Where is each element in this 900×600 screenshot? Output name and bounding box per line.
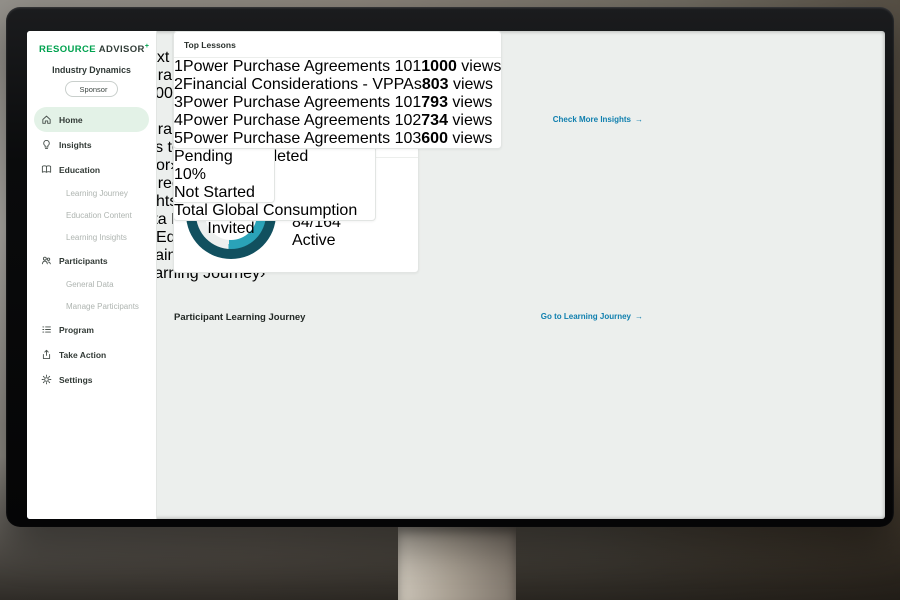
program-icon bbox=[41, 324, 52, 335]
sidebar-item-label: Take Action bbox=[59, 350, 106, 360]
sponsor-label: Sponsor bbox=[80, 85, 108, 94]
app-logo: RESOURCE ADVISOR+ bbox=[27, 31, 156, 57]
sidebar-subitem-learning-insights[interactable]: Learning Insights bbox=[27, 226, 156, 248]
education-icon bbox=[41, 164, 52, 175]
sidebar-item-program[interactable]: Program bbox=[34, 317, 149, 342]
lesson-rank: 5 bbox=[174, 130, 183, 147]
legend-value: 10% bbox=[174, 166, 206, 183]
sidebar-item-label: Participants bbox=[59, 256, 108, 266]
sidebar-item-label: Settings bbox=[59, 375, 93, 385]
lesson-rank: 1 bbox=[174, 58, 183, 75]
stat-label: Total Global Consumption bbox=[174, 202, 375, 220]
sidebar-subitem-education-content[interactable]: Education Content bbox=[27, 204, 156, 226]
lesson-row: 5Power Purchase Agreements 103600 views bbox=[174, 130, 501, 148]
arrow-right-icon: → bbox=[635, 312, 643, 321]
check-more-insights-label: Check More Insights bbox=[553, 115, 631, 124]
check-more-insights-link[interactable]: Check More Insights → bbox=[553, 115, 643, 124]
monitor-stand bbox=[398, 524, 516, 600]
lesson-title-link[interactable]: Financial Considerations - VPPAs bbox=[183, 76, 422, 93]
logo-advisor: ADVISOR bbox=[99, 44, 145, 55]
legend-label: Active bbox=[292, 232, 369, 250]
arrow-right-icon: → bbox=[635, 115, 643, 124]
lesson-title-link[interactable]: Power Purchase Agreements 101 bbox=[183, 58, 421, 75]
sidebar-item-participants[interactable]: Participants bbox=[34, 248, 149, 273]
lesson-title-link[interactable]: Power Purchase Agreements 102 bbox=[183, 112, 421, 129]
sidebar-item-home[interactable]: Home bbox=[34, 107, 149, 132]
sidebar-item-label: Education bbox=[59, 165, 100, 175]
participants-icon bbox=[41, 255, 52, 266]
logo-resource: RESOURCE bbox=[39, 44, 96, 55]
legend-label: Not Started bbox=[174, 184, 274, 202]
sidebar: RESOURCE ADVISOR+ Industry Dynamics Spon… bbox=[27, 31, 157, 519]
top-lessons-list: 1Power Purchase Agreements 1011000 views… bbox=[174, 58, 501, 148]
monitor-bezel: RESOURCE ADVISOR+ Industry Dynamics Spon… bbox=[6, 7, 894, 527]
settings-icon bbox=[41, 374, 52, 385]
lesson-row: 1Power Purchase Agreements 1011000 views bbox=[174, 58, 501, 76]
logo-plus: + bbox=[145, 43, 150, 50]
sidebar-item-insights[interactable]: Insights bbox=[34, 132, 149, 157]
sidebar-item-label: Program bbox=[59, 325, 94, 335]
insights-icon bbox=[41, 139, 52, 150]
lesson-rank: 2 bbox=[174, 76, 183, 93]
legend-label: Pending bbox=[174, 148, 274, 166]
lesson-views: 803 views bbox=[422, 76, 493, 93]
main-content: Welcome, Industry Dynamics Program: Indu… bbox=[173, 31, 645, 519]
sidebar-subitem-manage-participants[interactable]: Manage Participants bbox=[27, 295, 156, 317]
lesson-rank: 4 bbox=[174, 112, 183, 129]
home-icon bbox=[41, 114, 52, 125]
sidebar-item-take-action[interactable]: Take Action bbox=[34, 342, 149, 367]
dashboard-screen: RESOURCE ADVISOR+ Industry Dynamics Spon… bbox=[27, 31, 885, 519]
lesson-views: 600 views bbox=[421, 130, 492, 147]
lesson-views: 793 views bbox=[421, 94, 492, 111]
lesson-rank: 3 bbox=[174, 94, 183, 111]
lesson-row: 2Financial Considerations - VPPAs803 vie… bbox=[174, 76, 501, 94]
top-lessons-title: Top Lessons bbox=[174, 32, 501, 58]
go-to-learning-journey-link[interactable]: Go to Learning Journey → bbox=[541, 312, 643, 321]
sidebar-item-label: Home bbox=[59, 115, 83, 125]
sidebar-nav: Home Insights Education Learning JourneyEdu… bbox=[27, 107, 156, 392]
sidebar-item-education[interactable]: Education bbox=[34, 157, 149, 182]
lesson-row: 3Power Purchase Agreements 101793 views bbox=[174, 94, 501, 112]
sidebar-subitem-learning-journey[interactable]: Learning Journey bbox=[27, 182, 156, 204]
go-to-learning-journey-label: Go to Learning Journey bbox=[541, 312, 631, 321]
sidebar-subitem-general-data[interactable]: General Data bbox=[27, 273, 156, 295]
top-lessons-card: Top Lessons 1Power Purchase Agreements 1… bbox=[173, 31, 502, 149]
sidebar-item-label: Insights bbox=[59, 140, 92, 150]
lesson-title-link[interactable]: Power Purchase Agreements 103 bbox=[183, 130, 421, 147]
organization-name: Industry Dynamics bbox=[27, 65, 156, 75]
sidebar-item-settings[interactable]: Settings bbox=[34, 367, 149, 392]
sponsor-badge[interactable]: Sponsor bbox=[65, 81, 119, 97]
legend-item: 10%Not Started bbox=[174, 166, 274, 202]
take-action-icon bbox=[41, 349, 52, 360]
lesson-views: 1000 views bbox=[421, 58, 501, 75]
learning-journey-heading: Participant Learning Journey bbox=[174, 312, 305, 323]
lesson-row: 4Power Purchase Agreements 102734 views bbox=[174, 112, 501, 130]
lesson-title-link[interactable]: Power Purchase Agreements 101 bbox=[183, 94, 421, 111]
lesson-views: 734 views bbox=[421, 112, 492, 129]
